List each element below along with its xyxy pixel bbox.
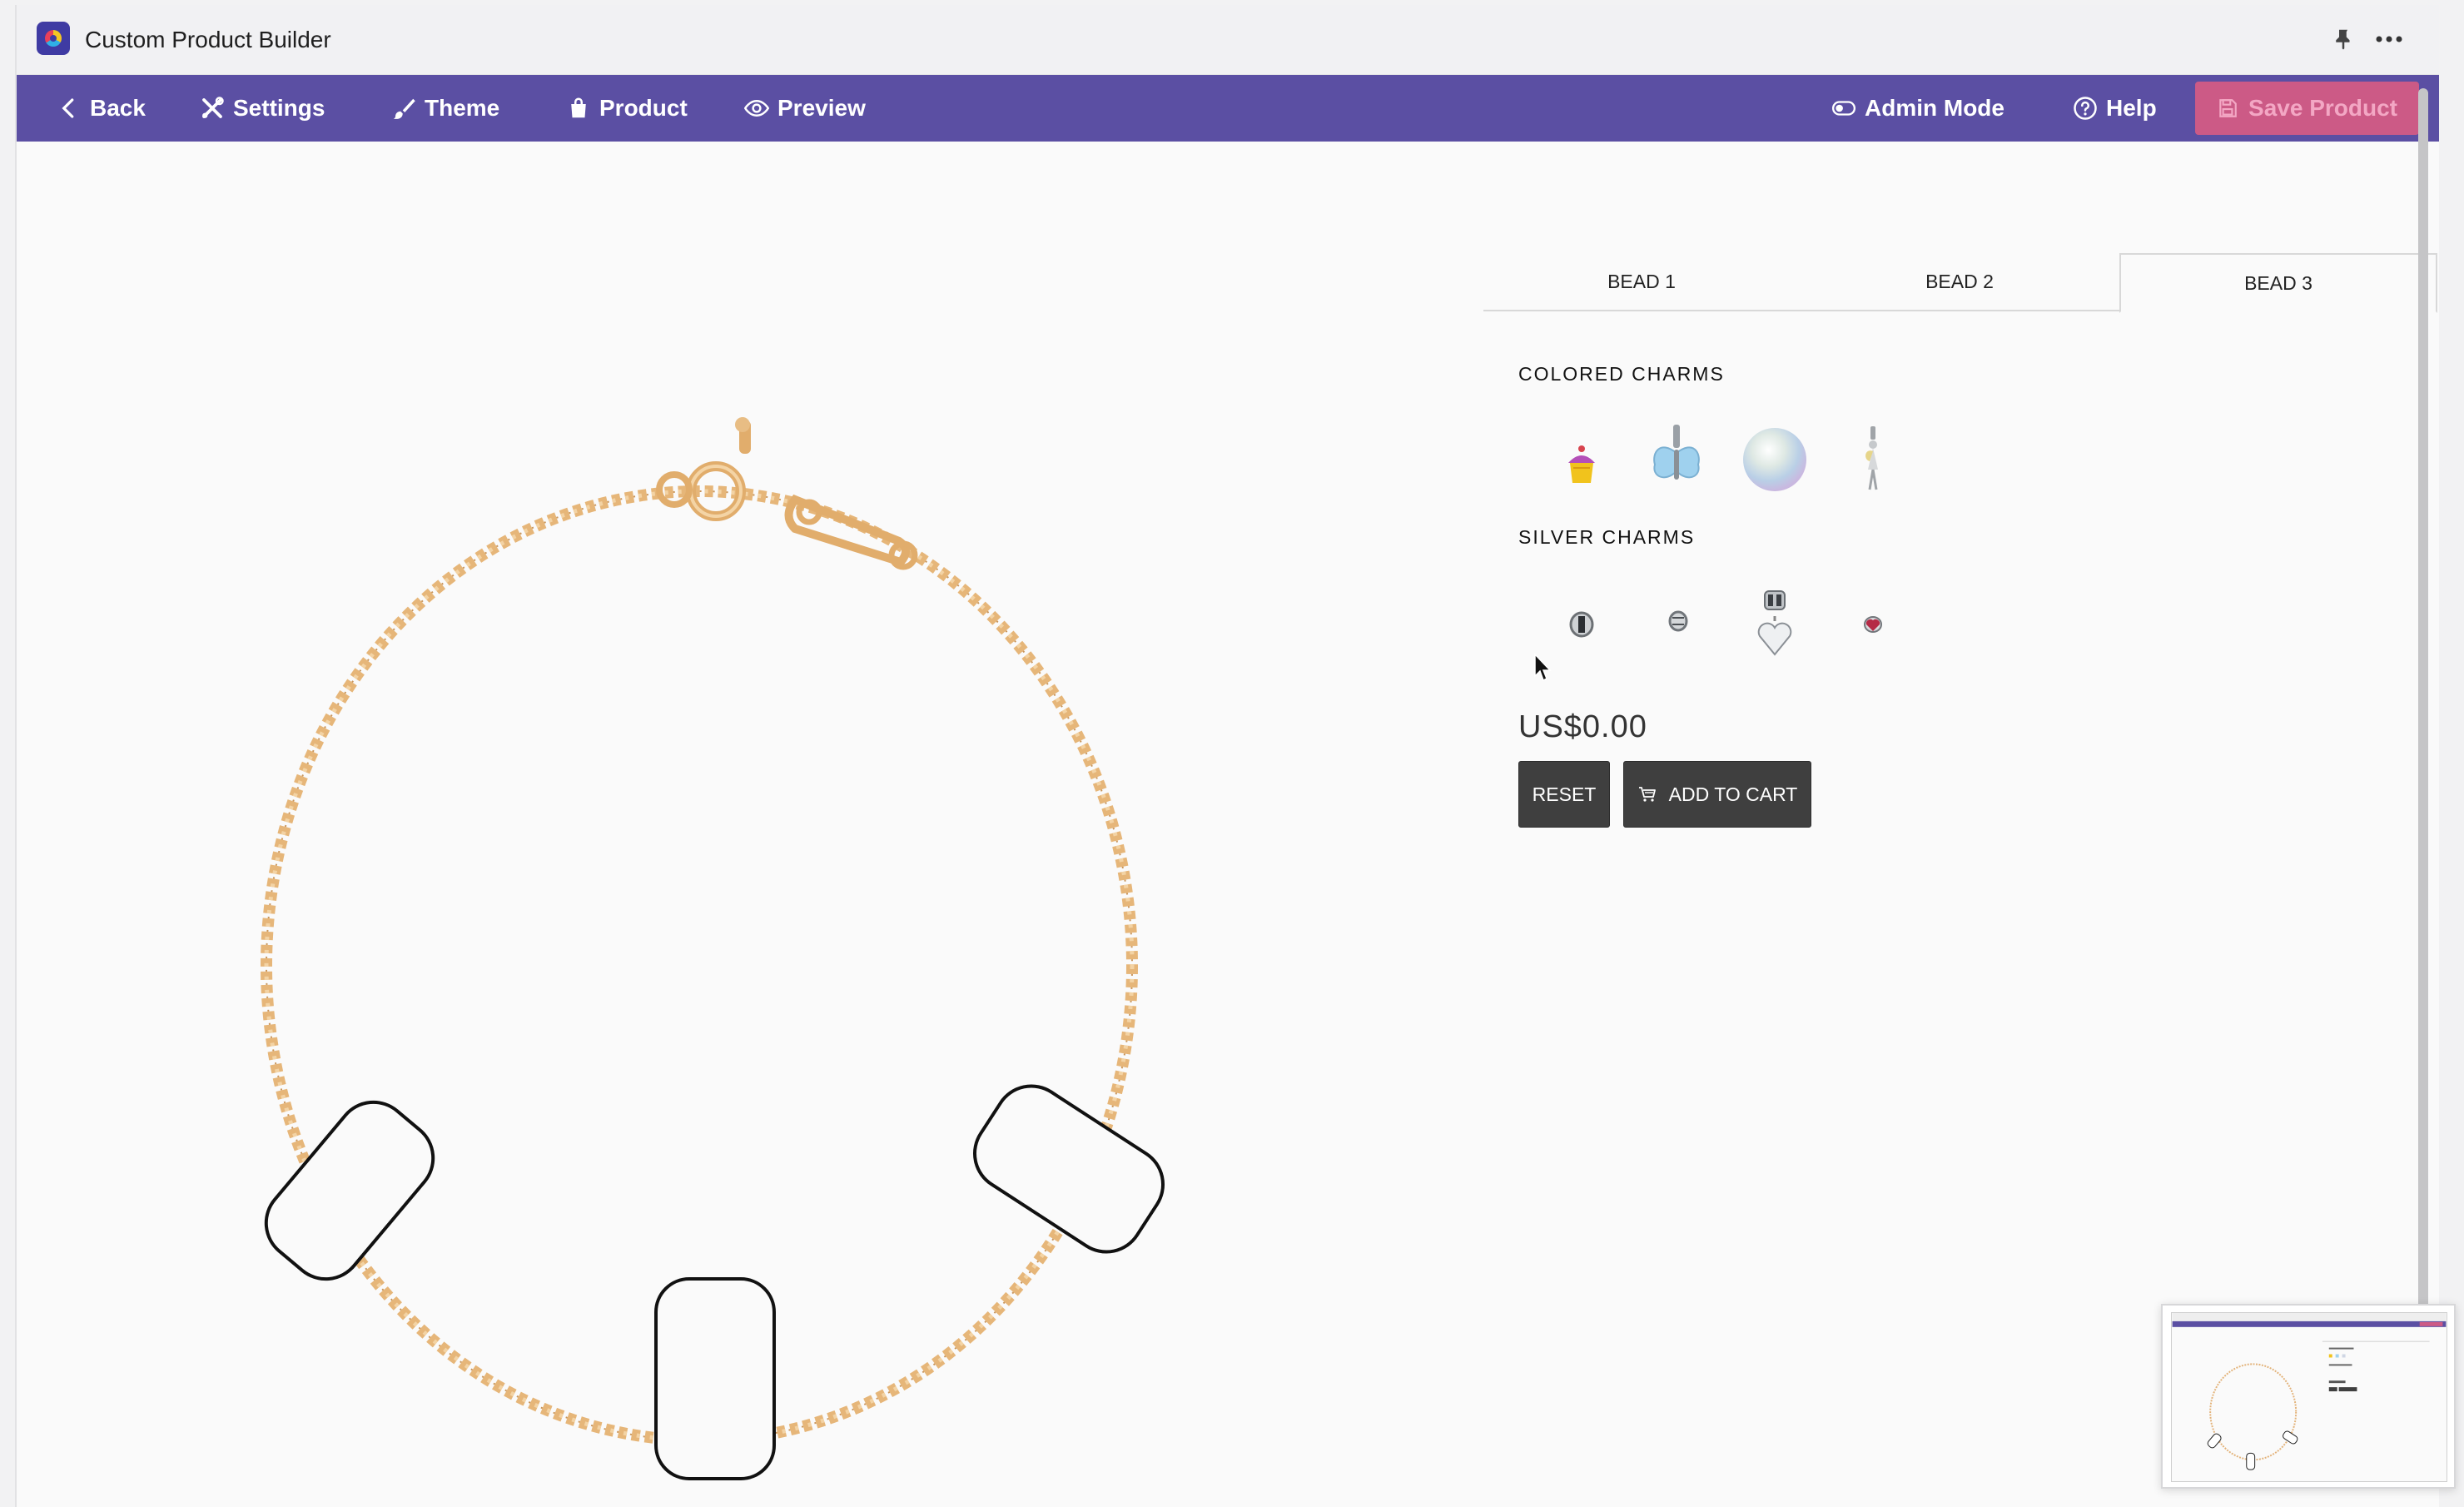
red-heart-charm-icon[interactable] (1831, 583, 1915, 666)
save-product-label: Save Product (2248, 95, 2397, 121)
bead-tabs: BEAD 1 BEAD 2 BEAD 3 (1483, 251, 2437, 313)
admin-mode-toggle[interactable]: Admin Mode (1831, 75, 2004, 142)
eye-icon (744, 99, 769, 117)
preview-thumbnail[interactable] (2161, 1304, 2456, 1489)
product-label: Product (599, 95, 688, 121)
help-button[interactable]: Help (2073, 75, 2157, 142)
paintbrush-icon (393, 98, 415, 119)
bracelet-preview-canvas (17, 142, 1482, 1507)
admin-mode-label: Admin Mode (1865, 95, 2004, 121)
vertical-scrollbar[interactable] (2416, 88, 2431, 1504)
help-circle-icon (2074, 97, 2097, 120)
price-display: US$0.00 (1518, 709, 1647, 744)
main-toolbar: Back Settings Theme Product Preview Admi… (17, 75, 2439, 142)
pin-icon[interactable] (2331, 27, 2356, 52)
cart-icon (1638, 787, 1656, 802)
app-logo-icon (37, 22, 70, 55)
shopping-bag-icon (571, 97, 586, 118)
tools-icon (202, 97, 224, 118)
mouse-cursor-icon (1534, 653, 1552, 682)
more-options-icon[interactable] (2372, 27, 2406, 52)
bead-slot-3[interactable] (961, 1072, 1177, 1266)
round-bead-charm-icon[interactable] (1540, 583, 1623, 666)
back-button[interactable]: Back (57, 75, 146, 142)
title-bar: Custom Product Builder (17, 5, 2439, 75)
settings-button[interactable]: Settings (200, 75, 325, 142)
pearl-charm-icon[interactable] (1733, 418, 1816, 501)
silver-charms-heading: SILVER CHARMS (1518, 526, 1696, 548)
toggle-icon (1831, 101, 1856, 116)
theme-label: Theme (425, 95, 500, 121)
back-label: Back (90, 95, 146, 121)
thumbnail-illustration (2172, 1313, 2447, 1470)
bead-slot-2[interactable] (654, 1277, 776, 1480)
thumbnail-canvas (2171, 1312, 2447, 1482)
small-bead-charm-icon[interactable] (1637, 579, 1720, 663)
fairy-charm-icon[interactable] (1831, 418, 1915, 501)
add-to-cart-button[interactable]: ADD TO CART (1623, 761, 1811, 828)
scrollbar-thumb[interactable] (2418, 88, 2428, 1454)
window-title: Custom Product Builder (85, 27, 331, 52)
theme-button[interactable]: Theme (391, 75, 499, 142)
tab-bead-2[interactable]: BEAD 2 (1801, 251, 2118, 311)
preview-label: Preview (777, 95, 866, 121)
settings-label: Settings (233, 95, 325, 121)
save-product-button[interactable]: Save Product (2195, 82, 2419, 135)
help-label: Help (2106, 95, 2157, 121)
app-window: Custom Product Builder Back Settings The… (15, 5, 2456, 1507)
chevron-left-icon (62, 98, 74, 118)
preview-button[interactable]: Preview (744, 75, 866, 142)
colored-charms-heading: COLORED CHARMS (1518, 363, 1725, 385)
tab-bead-1[interactable]: BEAD 1 (1483, 251, 1800, 311)
heart-dangle-charm-icon[interactable] (1733, 583, 1816, 666)
save-disk-icon (2219, 99, 2237, 117)
bracelet-illustration (251, 417, 1177, 1480)
bead-slot-1[interactable] (251, 1087, 448, 1294)
tab-bead-3[interactable]: BEAD 3 (2119, 253, 2437, 313)
product-button[interactable]: Product (566, 75, 688, 142)
add-to-cart-label: ADD TO CART (1668, 783, 1798, 805)
butterfly-charm-icon[interactable] (1635, 416, 1718, 500)
cupcake-charm-icon[interactable] (1540, 421, 1623, 505)
reset-button[interactable]: RESET (1518, 761, 1610, 828)
